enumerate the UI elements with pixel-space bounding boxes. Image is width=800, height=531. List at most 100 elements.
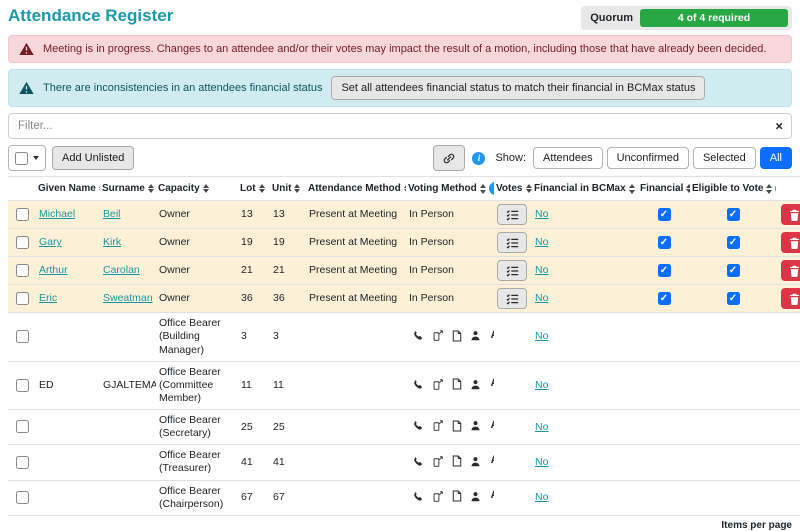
column-header-capacity[interactable]: Capacity: [156, 176, 238, 202]
row-checkbox[interactable]: [15, 420, 29, 434]
given-name-link[interactable]: Michael: [39, 208, 75, 220]
row-checkbox[interactable]: [15, 292, 29, 306]
proxy-method-button[interactable]: [469, 489, 482, 503]
paper-method-button[interactable]: [450, 489, 463, 503]
absent-method-button[interactable]: A: [488, 489, 494, 503]
votes-button[interactable]: [497, 260, 527, 282]
column-header-lot[interactable]: Lot: [238, 176, 270, 202]
absent-method-button[interactable]: A: [488, 454, 494, 468]
sort-icon[interactable]: [202, 183, 209, 194]
row-checkbox[interactable]: [15, 264, 29, 278]
given-name-link[interactable]: Eric: [39, 292, 57, 304]
proxy-method-button[interactable]: [469, 329, 482, 343]
surname-link[interactable]: Carolan: [103, 264, 140, 276]
row-checkbox[interactable]: [15, 455, 29, 469]
financial-checkbox[interactable]: [657, 292, 671, 306]
column-header-financial[interactable]: Financial: [638, 176, 690, 202]
phone-method-button[interactable]: [412, 419, 425, 433]
phone-out-method-button[interactable]: [431, 377, 444, 391]
sort-icon[interactable]: [628, 184, 635, 194]
show-filter-unconfirmed[interactable]: Unconfirmed: [606, 147, 689, 170]
column-header-votes[interactable]: Votes: [494, 176, 532, 202]
given-name-link[interactable]: Gary: [39, 236, 62, 248]
column-header-financial-in-bcmax[interactable]: Financial in BCMaxi: [532, 176, 638, 202]
financial-bcmax-link[interactable]: No: [535, 456, 548, 468]
surname-link[interactable]: Beil: [103, 208, 121, 220]
row-checkbox[interactable]: [15, 378, 29, 392]
show-filter-selected[interactable]: Selected: [692, 147, 756, 170]
absent-method-button[interactable]: A: [488, 419, 494, 433]
sort-icon[interactable]: [147, 183, 154, 194]
copy-link-button[interactable]: [433, 145, 466, 172]
financial-checkbox[interactable]: [657, 264, 671, 278]
column-header-given-name[interactable]: Given Name: [36, 176, 100, 202]
proxy-method-button[interactable]: [469, 454, 482, 468]
sort-icon[interactable]: [525, 183, 532, 194]
info-icon[interactable]: i: [488, 182, 494, 196]
financial-bcmax-link[interactable]: No: [535, 491, 548, 503]
sort-icon[interactable]: [403, 183, 406, 194]
delete-attendee-button[interactable]: [781, 204, 800, 226]
phone-method-button[interactable]: [412, 454, 425, 468]
column-header-eligible-to-vote[interactable]: Eligible to Vote i: [690, 176, 776, 202]
delete-attendee-button[interactable]: [781, 288, 800, 310]
column-header-unit[interactable]: Unit: [270, 176, 306, 202]
financial-bcmax-link[interactable]: No: [535, 264, 548, 276]
select-all-checkbox[interactable]: [15, 151, 28, 165]
phone-out-method-button[interactable]: [431, 454, 444, 468]
column-header-voting-method[interactable]: Voting Method i: [406, 176, 494, 202]
row-checkbox[interactable]: [15, 330, 29, 344]
given-name-link[interactable]: Arthur: [39, 264, 68, 276]
eligible-to-vote-checkbox[interactable]: [726, 292, 740, 306]
select-all-dropdown[interactable]: [8, 145, 46, 172]
sort-icon[interactable]: [258, 183, 265, 194]
financial-bcmax-link[interactable]: No: [535, 208, 548, 220]
eligible-to-vote-checkbox[interactable]: [726, 236, 740, 250]
proxy-method-button[interactable]: [469, 377, 482, 391]
absent-method-button[interactable]: A: [488, 329, 494, 343]
add-unlisted-button[interactable]: Add Unlisted: [52, 146, 135, 171]
financial-checkbox[interactable]: [657, 208, 671, 222]
phone-out-method-button[interactable]: [431, 419, 444, 433]
surname-link[interactable]: Kirk: [103, 236, 121, 248]
sort-icon[interactable]: [686, 183, 690, 194]
sort-icon[interactable]: [294, 183, 301, 194]
delete-attendee-button[interactable]: [781, 260, 800, 282]
absent-method-button[interactable]: A: [488, 377, 494, 391]
votes-button[interactable]: [497, 288, 527, 310]
proxy-method-button[interactable]: [469, 419, 482, 433]
financial-bcmax-link[interactable]: No: [535, 236, 548, 248]
column-header-surname[interactable]: Surname: [100, 176, 156, 202]
financial-checkbox[interactable]: [657, 236, 671, 250]
paper-method-button[interactable]: [450, 329, 463, 343]
clear-filter-icon[interactable]: ×: [775, 119, 783, 134]
delete-attendee-button[interactable]: [781, 232, 800, 254]
column-header-attendance-method[interactable]: Attendance Method: [306, 176, 406, 202]
row-checkbox[interactable]: [15, 208, 29, 222]
paper-method-button[interactable]: [450, 377, 463, 391]
row-checkbox[interactable]: [15, 490, 29, 504]
sort-icon[interactable]: [479, 184, 486, 194]
financial-bcmax-link[interactable]: No: [535, 330, 548, 342]
sort-icon[interactable]: [766, 184, 773, 194]
financial-bcmax-link[interactable]: No: [535, 421, 548, 433]
eligible-to-vote-checkbox[interactable]: [726, 264, 740, 278]
filter-input[interactable]: [8, 113, 792, 140]
phone-method-button[interactable]: [412, 329, 425, 343]
votes-button[interactable]: [497, 204, 527, 226]
phone-out-method-button[interactable]: [431, 489, 444, 503]
paper-method-button[interactable]: [450, 454, 463, 468]
financial-bcmax-link[interactable]: No: [535, 379, 548, 391]
info-icon[interactable]: i: [775, 182, 776, 196]
set-financial-status-button[interactable]: Set all attendees financial status to ma…: [331, 76, 706, 101]
phone-out-method-button[interactable]: [431, 329, 444, 343]
show-filter-attendees[interactable]: Attendees: [533, 147, 603, 170]
sort-icon[interactable]: [98, 183, 100, 194]
votes-button[interactable]: [497, 232, 527, 254]
paper-method-button[interactable]: [450, 419, 463, 433]
show-filter-all[interactable]: All: [759, 147, 792, 170]
phone-method-button[interactable]: [412, 489, 425, 503]
row-checkbox[interactable]: [15, 236, 29, 250]
phone-method-button[interactable]: [412, 377, 425, 391]
financial-bcmax-link[interactable]: No: [535, 292, 548, 304]
